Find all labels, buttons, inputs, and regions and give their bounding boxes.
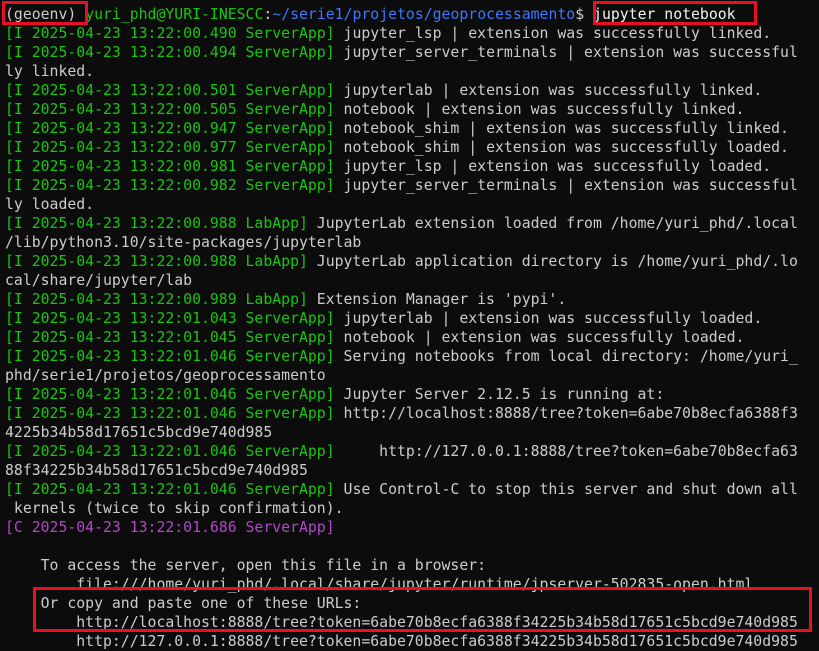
output-line: [I 2025-04-23 13:22:00.989 LabApp] Exten…: [5, 290, 819, 309]
output-line: [C 2025-04-23 13:22:01.686 ServerApp]: [5, 518, 819, 537]
log-message: jupyterlab | extension was successfully …: [334, 82, 763, 99]
output-line: [I 2025-04-23 13:22:01.046 ServerApp] Us…: [5, 480, 819, 499]
log-message: jupyter_lsp | extension was successfully…: [334, 25, 772, 42]
output-line: 4225b34b58d17651c5bcd9e740d985: [5, 423, 819, 442]
current-path: ~/serie1/projetos/geoprocessamento: [272, 6, 576, 23]
log-tag: [I 2025-04-23 13:22:00.977 ServerApp]: [5, 139, 335, 156]
log-tag: [I 2025-04-23 13:22:01.046 ServerApp]: [5, 405, 335, 422]
output-line: [I 2025-04-23 13:22:01.046 ServerApp] Se…: [5, 347, 819, 366]
log-tag: [I 2025-04-23 13:22:00.501 ServerApp]: [5, 82, 335, 99]
log-tag: [C 2025-04-23 13:22:01.686 ServerApp]: [5, 519, 335, 536]
output-line: [I 2025-04-23 13:22:00.982 ServerApp] ju…: [5, 176, 819, 195]
log-message: 4225b34b58d17651c5bcd9e740d985: [5, 424, 273, 441]
log-message: kernels (twice to skip confirmation).: [5, 500, 344, 517]
log-message: jupyter_lsp | extension was successfully…: [334, 158, 772, 175]
output-line: [I 2025-04-23 13:22:01.045 ServerApp] no…: [5, 328, 819, 347]
log-tag: [I 2025-04-23 13:22:00.494 ServerApp]: [5, 44, 335, 61]
log-tag: [I 2025-04-23 13:22:01.046 ServerApp]: [5, 481, 335, 498]
output-line: [I 2025-04-23 13:22:01.046 ServerApp] Ju…: [5, 385, 819, 404]
output-line: phd/serie1/projetos/geoprocessamento: [5, 366, 819, 385]
user-host: yuri_phd@YURI-INESCC: [85, 6, 264, 23]
log-tag: [I 2025-04-23 13:22:01.045 ServerApp]: [5, 329, 335, 346]
log-message: jupyter_server_terminals | extension was…: [334, 177, 798, 194]
output-line: [I 2025-04-23 13:22:00.494 ServerApp] ju…: [5, 43, 819, 62]
log-message: Extension Manager is 'pypi'.: [307, 291, 567, 308]
log-message: ly loaded.: [5, 196, 95, 213]
log-message: Jupyter Server 2.12.5 is running at:: [334, 386, 665, 403]
log-tag: [I 2025-04-23 13:22:01.043 ServerApp]: [5, 310, 335, 327]
log-tag: [I 2025-04-23 13:22:00.505 ServerApp]: [5, 101, 335, 118]
output-line: [I 2025-04-23 13:22:00.988 LabApp] Jupyt…: [5, 252, 819, 271]
log-message: ly linked.: [5, 63, 95, 80]
log-message: jupyterlab | extension was successfully …: [334, 310, 763, 327]
log-message: jupyter_server_terminals | extension was…: [334, 44, 798, 61]
log-message: 88f34225b34b58d17651c5bcd9e740d985: [5, 462, 308, 479]
log-tag: [I 2025-04-23 13:22:00.988 LabApp]: [5, 253, 308, 270]
log-tag: [I 2025-04-23 13:22:01.046 ServerApp]: [5, 386, 335, 403]
prompt-sigil: $: [575, 6, 585, 23]
highlight-box-command: [593, 1, 757, 25]
output-line: [I 2025-04-23 13:22:00.490 ServerApp] ju…: [5, 24, 819, 43]
output-line: [I 2025-04-23 13:22:01.043 ServerApp] ju…: [5, 309, 819, 328]
output-line: ly linked.: [5, 62, 819, 81]
log-tag: [I 2025-04-23 13:22:00.490 ServerApp]: [5, 25, 335, 42]
output-line: [I 2025-04-23 13:22:01.046 ServerApp] ht…: [5, 404, 819, 423]
log-message: notebook_shim | extension was successful…: [334, 139, 789, 156]
log-message: JupyterLab application directory is /hom…: [307, 253, 798, 270]
log-message: http://localhost:8888/tree?token=6abe70b…: [334, 405, 798, 422]
output-line: kernels (twice to skip confirmation).: [5, 499, 819, 518]
terminal-output: [I 2025-04-23 13:22:00.490 ServerApp] ju…: [5, 24, 819, 651]
log-message: Use Control-C to stop this server and sh…: [334, 481, 798, 498]
log-message: Serving notebooks from local directory: …: [334, 348, 798, 365]
output-line: cal/share/jupyter/lab: [5, 271, 819, 290]
log-message: phd/serie1/projetos/geoprocessamento: [5, 367, 326, 384]
output-line: [I 2025-04-23 13:22:00.981 ServerApp] ju…: [5, 157, 819, 176]
log-message: cal/share/jupyter/lab: [5, 272, 193, 289]
highlight-box-env: [2, 1, 88, 25]
terminal-window[interactable]: (geoenv) yuri_phd@YURI-INESCC:~/serie1/p…: [0, 0, 819, 650]
log-tag: [I 2025-04-23 13:22:00.988 LabApp]: [5, 215, 308, 232]
output-line: 88f34225b34b58d17651c5bcd9e740d985: [5, 461, 819, 480]
highlight-box-urls: [33, 587, 812, 632]
log-message: http://127.0.0.1:8888/tree?token=6abe70b…: [5, 633, 798, 650]
output-line: [I 2025-04-23 13:22:01.046 ServerApp] ht…: [5, 442, 819, 461]
output-line: [I 2025-04-23 13:22:00.977 ServerApp] no…: [5, 138, 819, 157]
log-tag: [I 2025-04-23 13:22:01.046 ServerApp]: [5, 348, 335, 365]
output-line: To access the server, open this file in …: [5, 556, 819, 575]
log-message: notebook | extension was successfully li…: [334, 101, 745, 118]
output-line: [I 2025-04-23 13:22:00.947 ServerApp] no…: [5, 119, 819, 138]
log-message: notebook | extension was successfully lo…: [334, 329, 745, 346]
output-line: [I 2025-04-23 13:22:00.505 ServerApp] no…: [5, 100, 819, 119]
log-tag: [I 2025-04-23 13:22:00.989 LabApp]: [5, 291, 308, 308]
log-message: JupyterLab extension loaded from /home/y…: [307, 215, 798, 232]
output-line: /lib/python3.10/site-packages/jupyterlab: [5, 233, 819, 252]
output-line: [I 2025-04-23 13:22:00.501 ServerApp] ju…: [5, 81, 819, 100]
output-line: ly loaded.: [5, 195, 819, 214]
output-line: [I 2025-04-23 13:22:00.988 LabApp] Jupyt…: [5, 214, 819, 233]
log-tag: [I 2025-04-23 13:22:01.046 ServerApp]: [5, 443, 335, 460]
log-tag: [I 2025-04-23 13:22:00.982 ServerApp]: [5, 177, 335, 194]
log-message: notebook_shim | extension was successful…: [334, 120, 789, 137]
log-message: http://127.0.0.1:8888/tree?token=6abe70b…: [334, 443, 798, 460]
output-line: http://127.0.0.1:8888/tree?token=6abe70b…: [5, 632, 819, 651]
log-tag: [I 2025-04-23 13:22:00.947 ServerApp]: [5, 120, 335, 137]
log-message: To access the server, open this file in …: [5, 557, 487, 574]
log-tag: [I 2025-04-23 13:22:00.981 ServerApp]: [5, 158, 335, 175]
log-message: /lib/python3.10/site-packages/jupyterlab: [5, 234, 362, 251]
